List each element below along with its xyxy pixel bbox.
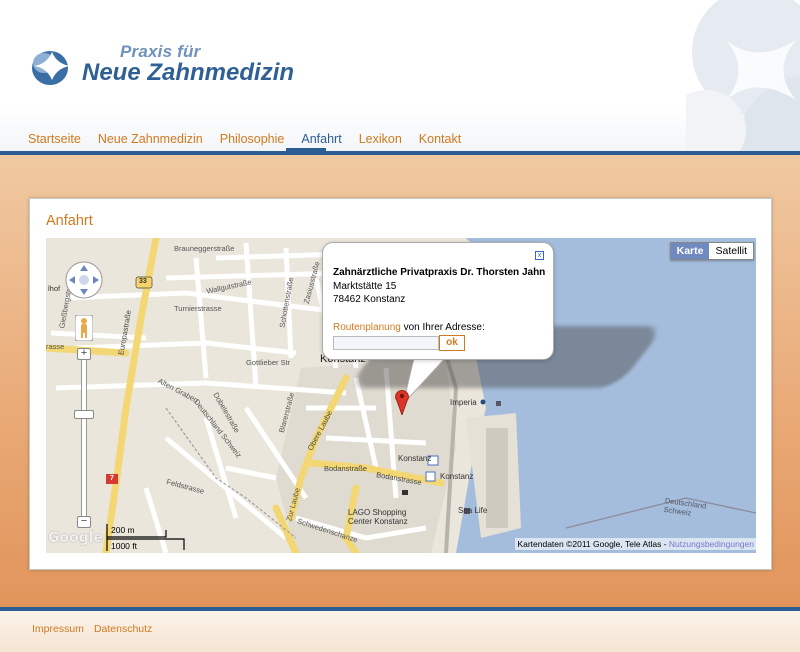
map-scale: 200 m 1000 ft [106,524,186,552]
map-type-karte[interactable]: Karte [670,243,710,259]
road-shield-7: 7 [110,475,114,482]
footer-link-datenschutz[interactable]: Datenschutz [94,623,152,635]
station-label: Konstanz [440,472,474,481]
practice-street: Marktstätte 15 [333,280,397,292]
attribution-text: Kartendaten ©2011 Google, Tele Atlas - [517,539,669,549]
close-icon[interactable]: x [535,251,544,260]
practice-name: Zahnärztliche Privatpraxis Dr. Thorsten … [333,267,546,278]
header: Praxis für Neue Zahnmedizin Startseite N… [0,0,800,152]
practice-city: 78462 Konstanz [333,294,406,305]
info-window-tail [402,354,451,406]
content-panel: Anfahrt Brauneggerstraße Turnierstrasse … [29,198,772,570]
practice-address: Zahnärztliche Privatpraxis Dr. Thorsten … [333,266,545,307]
nav-neue-zahnmedizin[interactable]: Neue Zahnmedizin [98,132,203,146]
nav-philosophie[interactable]: Philosophie [220,132,285,146]
footer-link-impressum[interactable]: Impressum [32,623,84,635]
nav-anfahrt[interactable]: Anfahrt [301,132,341,146]
street-label: lhof [48,284,61,293]
logo-line-2: Neue Zahnmedizin [82,59,295,86]
logo-star-icon [32,51,70,85]
street-label: Bodanstraße [324,464,367,473]
terms-link[interactable]: Nutzungsbedingungen [669,539,754,549]
nav-startseite[interactable]: Startseite [28,132,81,146]
zoom-out-button[interactable]: − [77,516,91,528]
zoom-slider-handle[interactable] [74,410,94,419]
page-title: Anfahrt [46,213,93,229]
main-area: Anfahrt Brauneggerstraße Turnierstrasse … [0,155,800,607]
zoom-slider-track[interactable] [81,358,87,522]
route-planner-text: von Ihrer Adresse: [400,322,485,333]
info-window: x Zahnärztliche Privatpraxis Dr. Thorste… [322,242,554,360]
google-map[interactable]: Brauneggerstraße Turnierstrasse Wallguts… [46,238,756,553]
poi-sea-life: Sea Life [458,506,488,515]
header-decoration [686,0,800,152]
zoom-in-button[interactable]: + [77,348,91,360]
station-label: Konstanz [398,454,432,463]
street-label: Gottlieber Str [246,358,291,367]
map-type-satellit[interactable]: Satellit [709,243,753,259]
logo[interactable]: Praxis für Neue Zahnmedizin [30,42,320,90]
location-marker-icon[interactable] [395,389,409,415]
poi-lago: LAGO Shopping Center Konstanz [348,508,408,526]
footer: Impressum Datenschutz [0,611,800,652]
scale-metric: 200 m [111,525,135,535]
pegman-icon[interactable] [75,315,93,341]
zoom-control: + − [74,348,94,530]
route-planner-label: Routenplanung von Ihrer Adresse: [333,322,485,333]
nav-kontakt[interactable]: Kontakt [419,132,461,146]
nav-lexikon[interactable]: Lexikon [359,132,402,146]
street-label: Brauneggerstraße [174,244,235,253]
footer-links: Impressum Datenschutz [32,623,162,635]
street-label: rasse [46,342,65,351]
route-planner-link[interactable]: Routenplanung [333,322,401,333]
main-nav: Startseite Neue Zahnmedizin Philosophie … [28,132,478,146]
map-attribution: Kartendaten ©2011 Google, Tele Atlas - N… [515,538,756,550]
pan-control-icon[interactable] [64,260,104,300]
google-logo[interactable]: Google [48,530,103,546]
street-label: Turnierstrasse [174,304,222,313]
scale-imperial: 1000 ft [111,541,137,551]
address-input[interactable] [333,336,439,350]
map-type-control: Karte Satellit [669,242,754,260]
road-shield-33: 33 [139,278,147,285]
route-ok-button[interactable]: ok [439,335,465,351]
